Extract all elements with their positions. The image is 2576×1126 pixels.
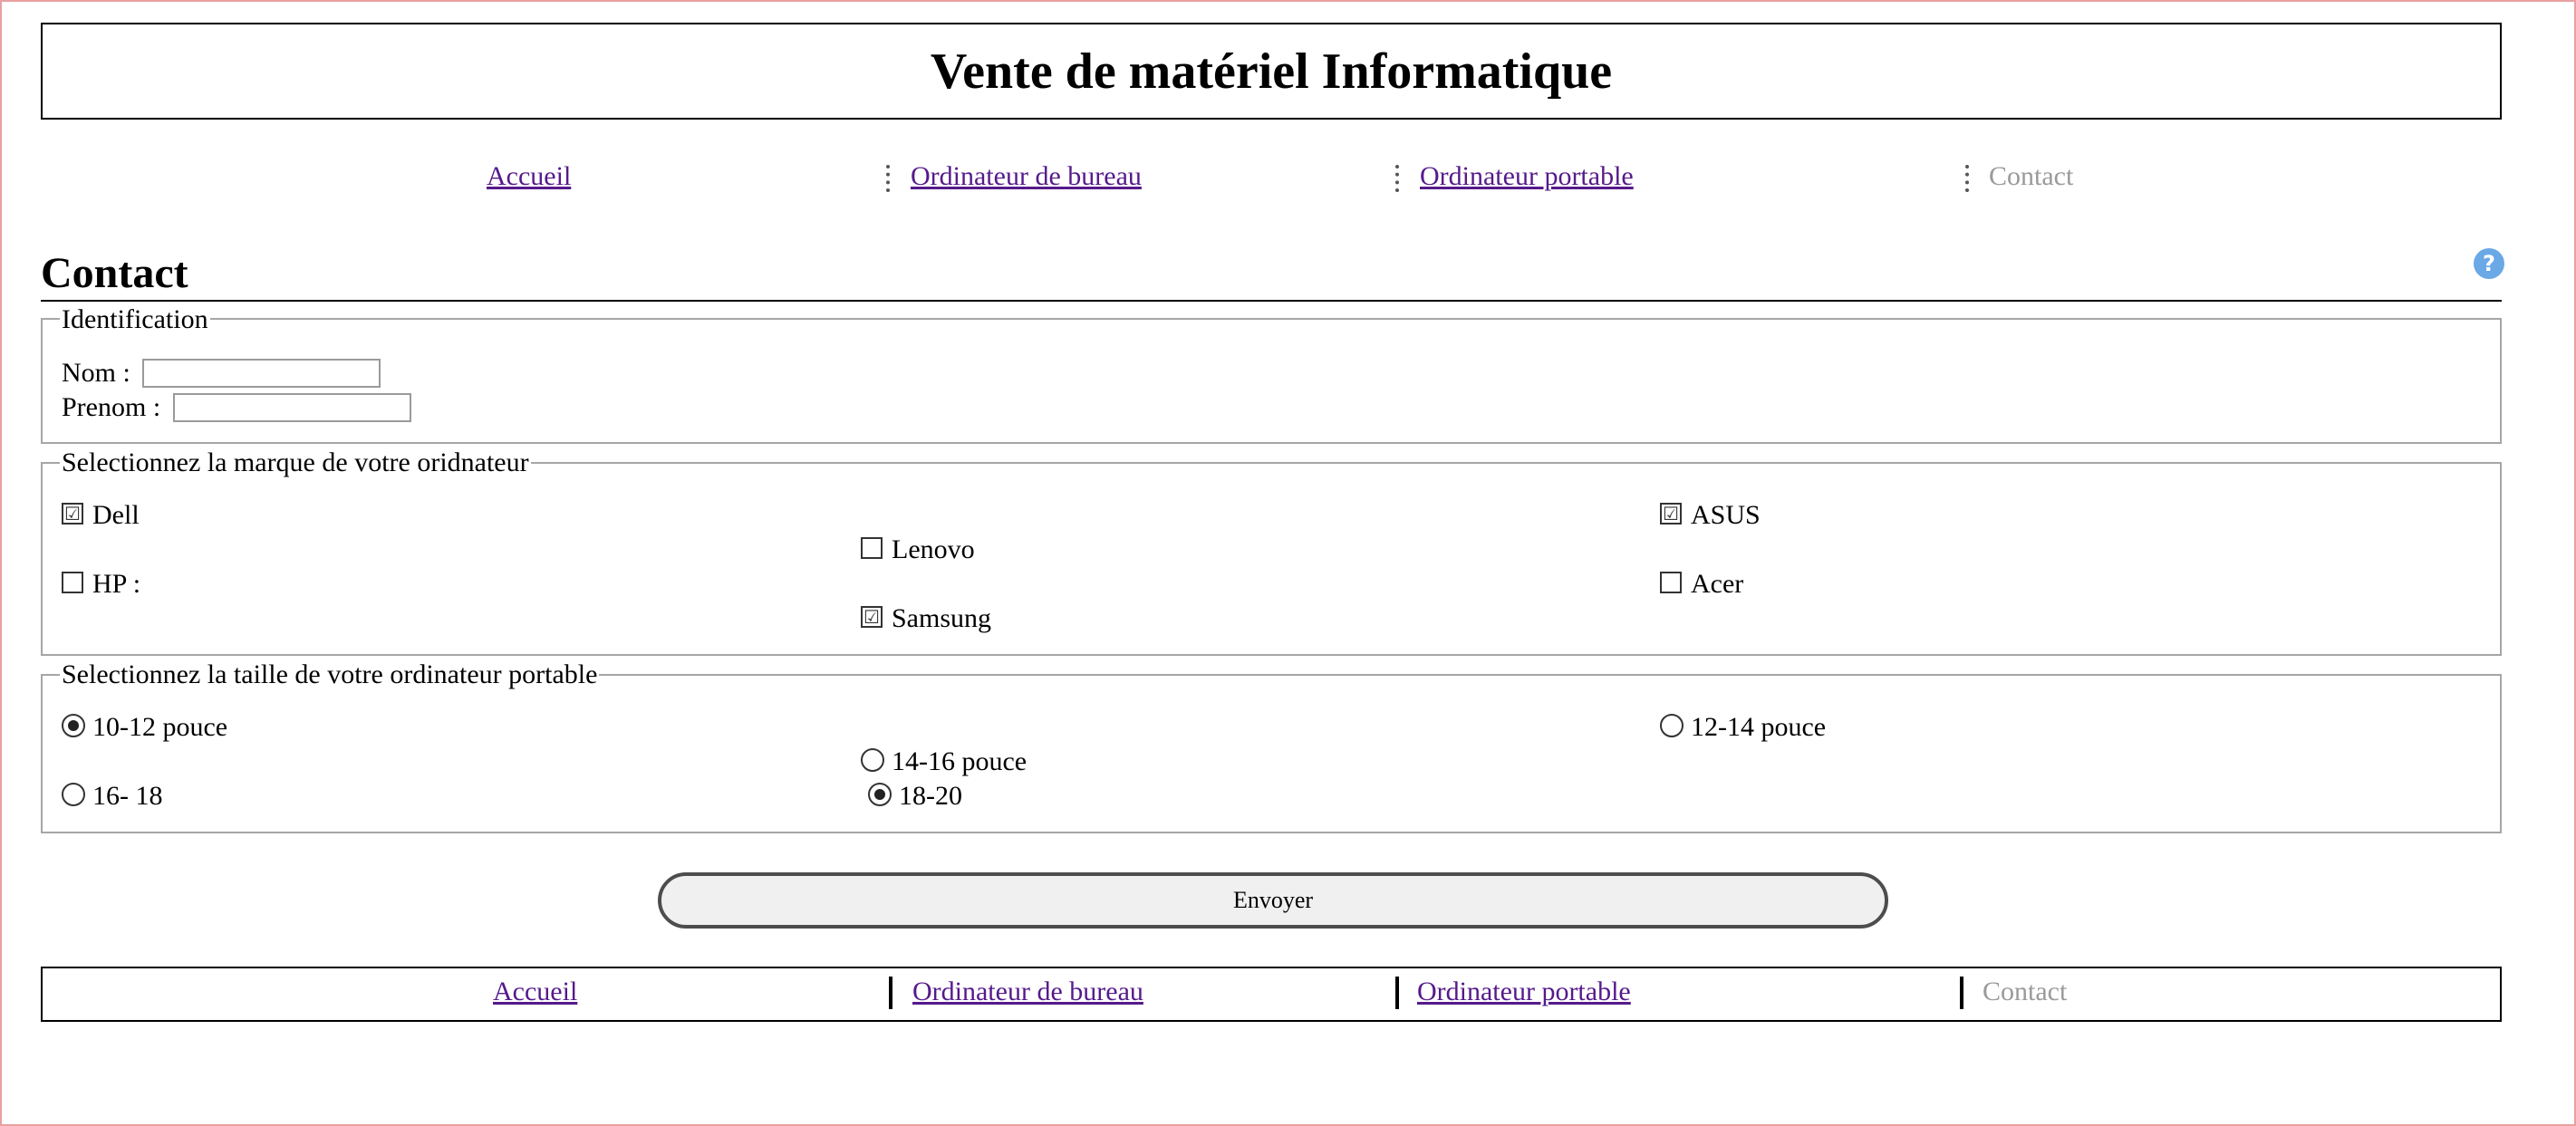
size-label-12-14: 12-14 pouce bbox=[1691, 712, 1827, 742]
nav-ordinateur-portable[interactable]: Ordinateur portable bbox=[1420, 161, 1634, 192]
footer-separator bbox=[889, 977, 892, 1009]
size-label-18-20: 18-20 bbox=[899, 781, 962, 811]
brand-fieldset bbox=[41, 462, 2502, 656]
footer-separator bbox=[1960, 977, 1963, 1009]
size-radio-10-12[interactable] bbox=[62, 714, 85, 737]
nom-input[interactable] bbox=[142, 359, 381, 388]
brand-checkbox-asus[interactable]: ☑ bbox=[1660, 503, 1682, 525]
footer-link-ordinateur-bureau[interactable]: Ordinateur de bureau bbox=[912, 977, 1143, 1007]
brand-checkbox-acer[interactable] bbox=[1660, 572, 1682, 593]
nom-label: Nom : bbox=[62, 358, 130, 388]
brand-legend: Selectionnez la marque de votre oridnate… bbox=[60, 448, 531, 478]
brand-checkbox-samsung[interactable]: ☑ bbox=[861, 606, 883, 628]
brand-label-samsung: Samsung bbox=[892, 603, 992, 633]
footer-nav bbox=[41, 967, 2502, 1022]
size-radio-16-18[interactable] bbox=[62, 783, 85, 806]
nav-separator bbox=[1395, 165, 1403, 192]
prenom-label: Prenom : bbox=[62, 392, 161, 422]
brand-label-hp: HP : bbox=[92, 569, 141, 599]
size-radio-18-20[interactable] bbox=[868, 783, 892, 806]
size-label-16-18: 16- 18 bbox=[92, 781, 163, 811]
brand-checkbox-dell[interactable]: ☑ bbox=[62, 503, 83, 525]
brand-label-lenovo: Lenovo bbox=[892, 534, 975, 564]
nav-ordinateur-bureau[interactable]: Ordinateur de bureau bbox=[911, 161, 1142, 192]
site-header: Vente de matériel Informatique bbox=[41, 23, 2502, 120]
size-fieldset bbox=[41, 674, 2502, 833]
footer-separator bbox=[1395, 977, 1399, 1009]
brand-label-dell: Dell bbox=[92, 500, 140, 530]
identification-fieldset bbox=[41, 318, 2502, 444]
nav-separator bbox=[1965, 165, 1973, 192]
size-label-14-16: 14-16 pouce bbox=[892, 746, 1028, 776]
footer-contact-current: Contact bbox=[1983, 977, 2068, 1006]
brand-label-asus: ASUS bbox=[1691, 500, 1761, 530]
size-radio-12-14[interactable] bbox=[1660, 714, 1684, 737]
page-title: Contact bbox=[41, 249, 188, 297]
identification-legend: Identification bbox=[60, 304, 210, 335]
nav-separator bbox=[886, 165, 893, 192]
title-divider bbox=[41, 300, 2502, 302]
brand-label-acer: Acer bbox=[1691, 569, 1744, 599]
brand-checkbox-lenovo[interactable] bbox=[861, 537, 883, 559]
footer-link-accueil[interactable]: Accueil bbox=[493, 977, 577, 1007]
submit-button[interactable]: Envoyer bbox=[658, 872, 1888, 929]
prenom-input[interactable] bbox=[173, 393, 411, 422]
footer-link-ordinateur-portable[interactable]: Ordinateur portable bbox=[1417, 977, 1631, 1007]
size-radio-14-16[interactable] bbox=[861, 748, 884, 772]
nav-contact-current: Contact bbox=[1989, 161, 2074, 191]
nav-accueil[interactable]: Accueil bbox=[487, 161, 571, 192]
site-title: Vente de matériel Informatique bbox=[930, 43, 1613, 100]
question-circle-icon[interactable]: ? bbox=[2474, 248, 2504, 279]
brand-checkbox-hp[interactable] bbox=[62, 572, 83, 593]
size-legend: Selectionnez la taille de votre ordinate… bbox=[60, 659, 600, 690]
size-label-10-12: 10-12 pouce bbox=[92, 712, 228, 742]
